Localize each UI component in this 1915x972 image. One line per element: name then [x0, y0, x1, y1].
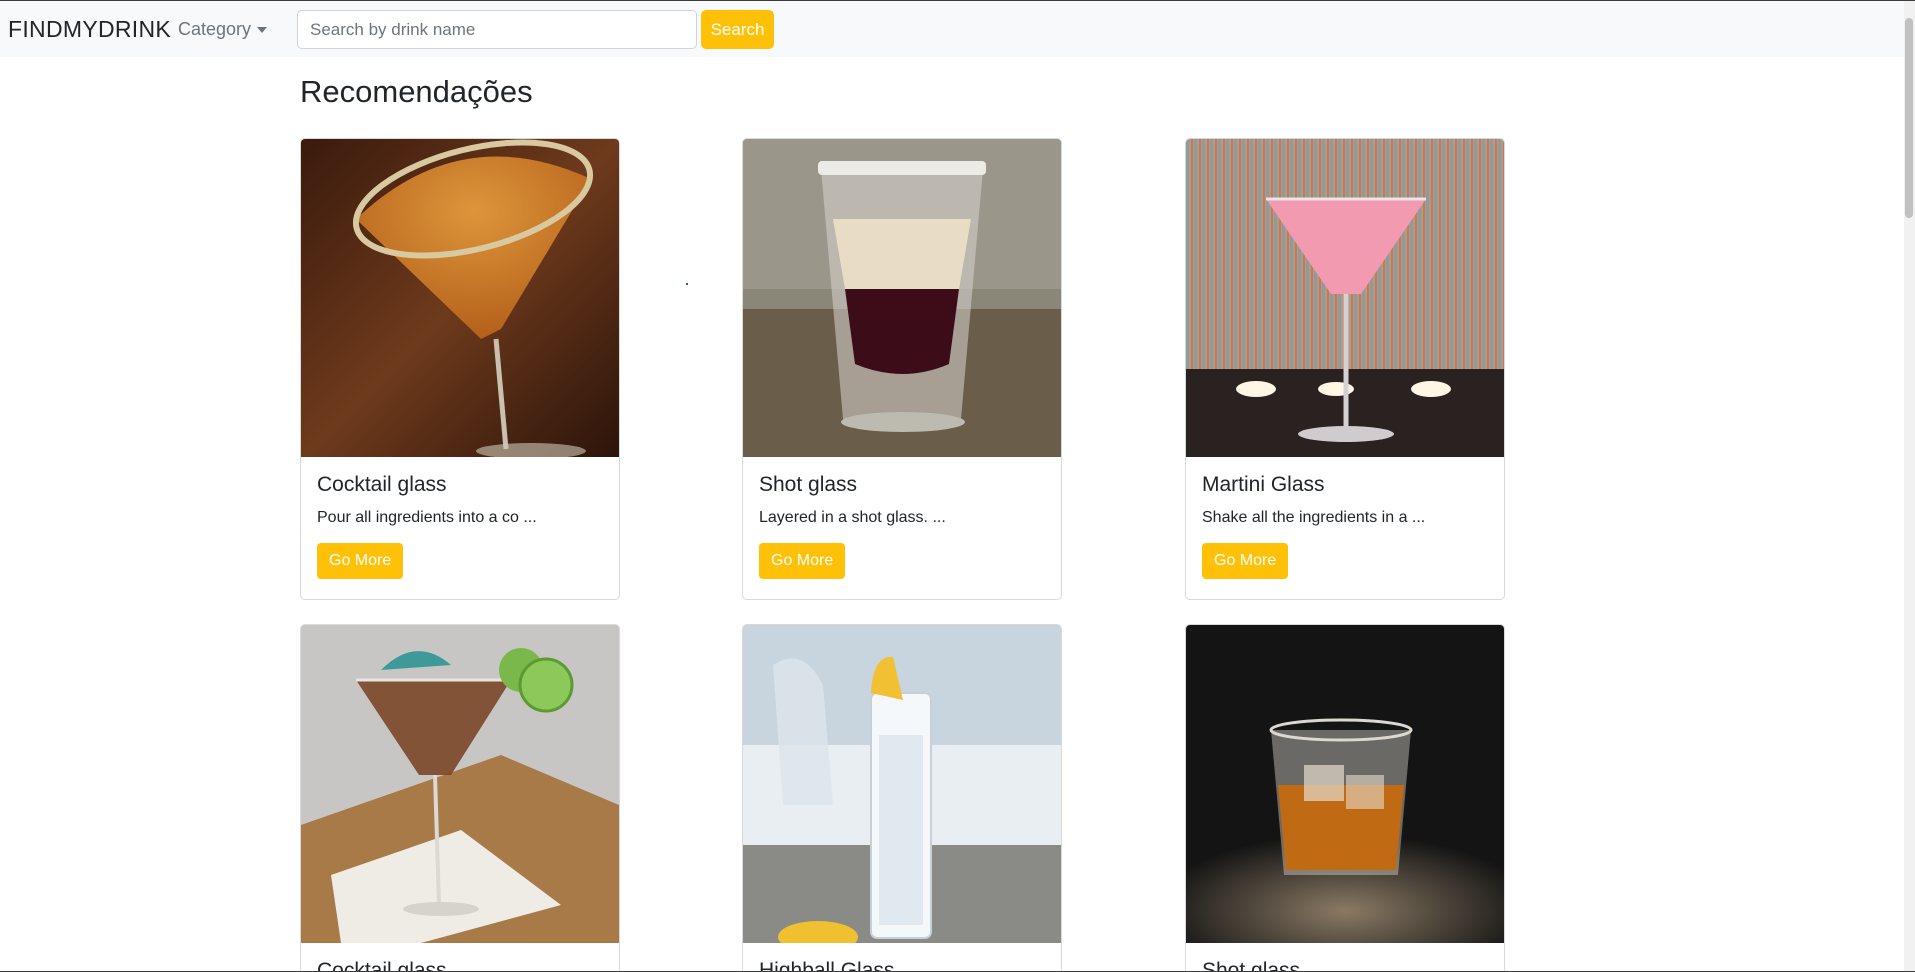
drink-image[interactable] — [1186, 139, 1504, 457]
drink-image[interactable] — [301, 139, 619, 457]
card-text: Pour all ingredients into a co ... — [317, 509, 537, 526]
category-dropdown[interactable]: Category — [178, 18, 268, 40]
drink-card: Cocktail glass — [300, 624, 620, 972]
search-input[interactable] — [297, 10, 697, 49]
card-body: Highball Glass — [743, 943, 1061, 972]
scrollbar-thumb[interactable] — [1905, 18, 1913, 218]
go-more-button[interactable]: Go More — [317, 543, 404, 579]
drink-image[interactable] — [301, 625, 619, 943]
category-label: Category — [178, 18, 252, 39]
stray-pixel — [686, 283, 688, 285]
drink-card: Shot glass — [1185, 624, 1505, 972]
card-text: Shake all the ingredients in a ... — [1202, 509, 1426, 526]
go-more-button[interactable]: Go More — [759, 543, 846, 579]
card-body: Shot glass — [1186, 943, 1504, 972]
drink-image[interactable] — [1186, 625, 1504, 943]
search-button[interactable]: Search — [701, 10, 774, 49]
drink-card: Shot glass Layered in a shot glass. ... … — [742, 138, 1062, 600]
drink-image[interactable] — [743, 625, 1061, 943]
card-title: Shot glass — [759, 473, 858, 496]
drink-image[interactable] — [743, 139, 1061, 457]
card-text: Layered in a shot glass. ... — [759, 509, 946, 526]
card-body: Cocktail glass Pour all ingredients into… — [301, 457, 619, 595]
card-title: Martini Glass — [1202, 473, 1325, 496]
card-body: Martini Glass Shake all the ingredients … — [1186, 457, 1504, 595]
go-more-button[interactable]: Go More — [1202, 543, 1289, 579]
drink-card: Highball Glass — [742, 624, 1062, 972]
navbar: FINDMYDRINK Category Search — [0, 1, 1904, 57]
card-title: Cocktail glass — [317, 473, 447, 496]
card-body: Cocktail glass — [301, 943, 619, 972]
page-title: Recomendações — [300, 74, 533, 109]
drink-card: Martini Glass Shake all the ingredients … — [1185, 138, 1505, 600]
caret-down-icon — [257, 27, 268, 33]
brand-logo[interactable]: FINDMYDRINK — [8, 16, 171, 43]
drink-card: Cocktail glass Pour all ingredients into… — [300, 138, 620, 600]
card-body: Shot glass Layered in a shot glass. ... … — [743, 457, 1061, 595]
